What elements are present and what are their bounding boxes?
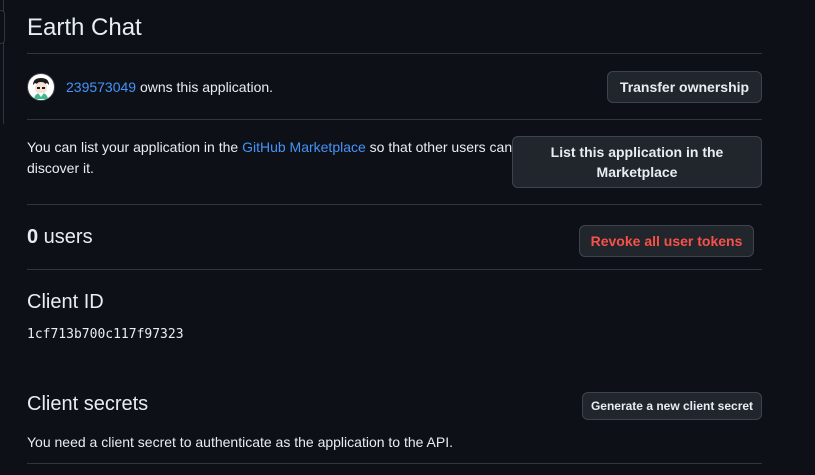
divider	[27, 269, 762, 270]
transfer-ownership-button[interactable]: Transfer ownership	[607, 71, 762, 103]
avatar[interactable]	[27, 73, 55, 101]
owner-text: 239573049 owns this application.	[66, 79, 273, 95]
app-settings-page: Earth Chat 239573049 owns this applicati…	[0, 0, 815, 475]
owner-suffix: owns this application.	[136, 79, 274, 95]
divider	[27, 53, 762, 54]
users-count: 0	[27, 226, 39, 248]
client-secrets-heading: Client secrets	[27, 393, 149, 415]
divider	[27, 119, 762, 120]
client-secrets-description: You need a client secret to authenticate…	[27, 434, 454, 450]
revoke-all-user-tokens-button[interactable]: Revoke all user tokens	[579, 225, 754, 257]
page-title: Earth Chat	[27, 14, 142, 41]
divider	[27, 204, 762, 205]
divider	[27, 463, 762, 464]
users-label: users	[38, 226, 93, 248]
marketplace-text-prefix: You can list your application in the	[27, 139, 243, 155]
generate-client-secret-button[interactable]: Generate a new client secret	[582, 392, 762, 420]
owner-username-link[interactable]: 239573049	[66, 79, 136, 95]
main-content: Earth Chat 239573049 owns this applicati…	[27, 0, 762, 475]
owner-row: 239573049 owns this application.	[27, 72, 273, 102]
client-id-heading: Client ID	[27, 291, 104, 313]
users-count-heading: 0 users	[27, 226, 93, 249]
github-marketplace-link[interactable]: GitHub Marketplace	[242, 139, 366, 155]
list-in-marketplace-button[interactable]: List this application in the Marketplace	[512, 136, 762, 188]
marketplace-description: You can list your application in the Git…	[27, 137, 517, 179]
avatar-icon	[29, 75, 53, 99]
client-id-value: 1cf713b700c117f97323	[27, 327, 184, 342]
sidebar-tab[interactable]	[0, 10, 5, 44]
